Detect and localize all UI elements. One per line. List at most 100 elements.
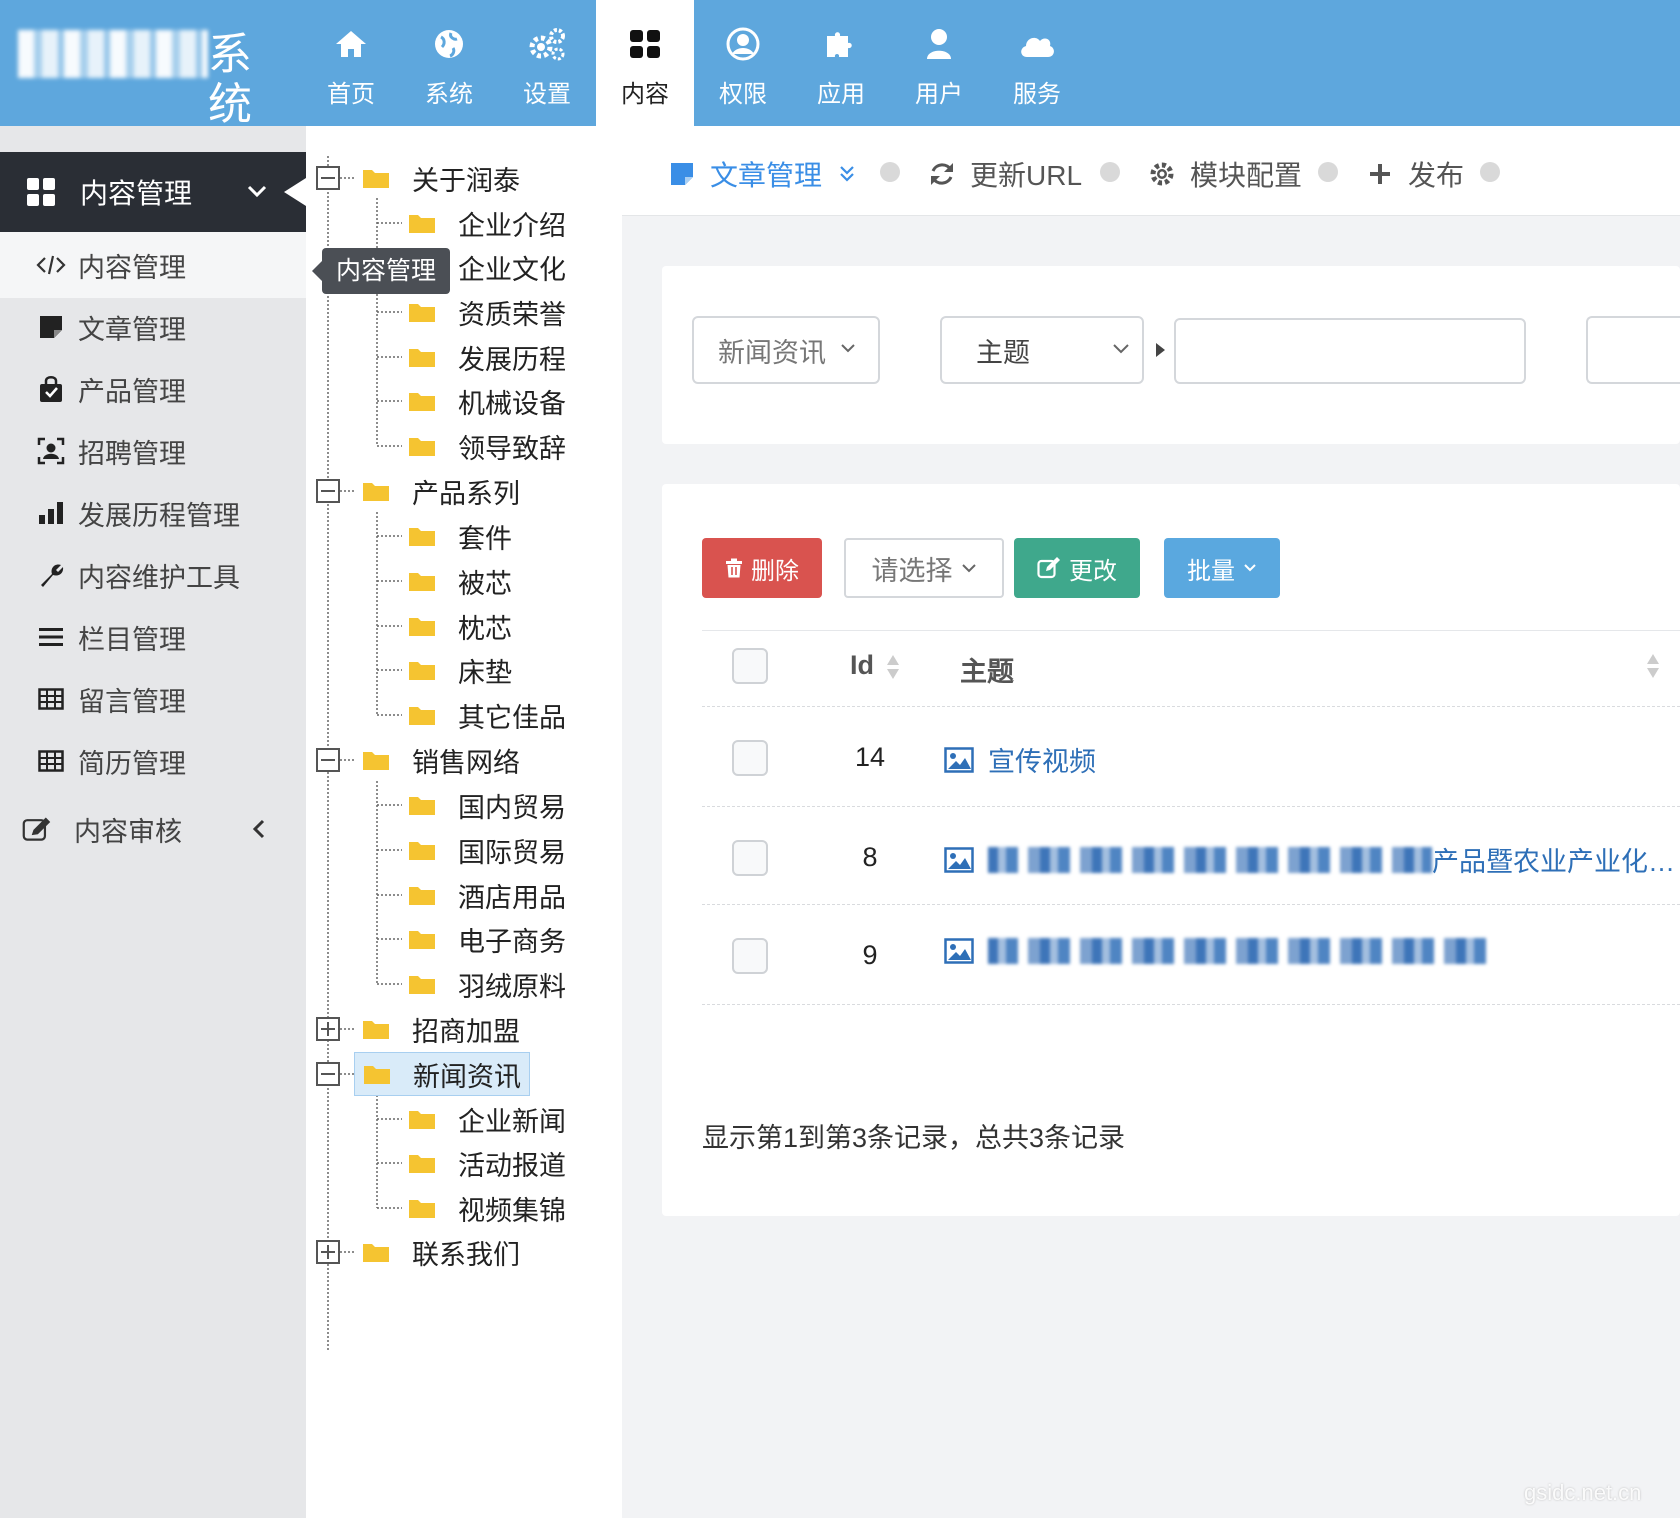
- gear-icon: [1148, 160, 1176, 188]
- edit-button[interactable]: 更改: [1014, 538, 1140, 598]
- tree-expand-toggle[interactable]: [316, 1240, 340, 1264]
- nav-content[interactable]: 内容: [596, 0, 694, 126]
- row-title-link[interactable]: 宣传视频: [944, 740, 1096, 779]
- nav-home[interactable]: 首页: [302, 0, 400, 126]
- tree-collapse-toggle[interactable]: [316, 1062, 340, 1086]
- sidebar-item-maintenance-tools[interactable]: 内容维护工具: [0, 542, 306, 608]
- tree-node-label: 资质荣誉: [458, 299, 566, 330]
- sidebar-item-articles[interactable]: 文章管理: [0, 294, 306, 360]
- field-select[interactable]: 主题: [940, 316, 1144, 384]
- tree-collapse-toggle[interactable]: [316, 479, 340, 503]
- row-checkbox[interactable]: [732, 740, 768, 776]
- tree-node[interactable]: 枕芯: [408, 606, 512, 646]
- action-select[interactable]: 请选择: [844, 538, 1004, 598]
- nav-apps[interactable]: 应用: [792, 0, 890, 126]
- column-header-id[interactable]: Id: [850, 650, 900, 681]
- sidebar-item-content-management[interactable]: 内容管理: [0, 232, 306, 298]
- plus-icon: [1366, 160, 1394, 188]
- tree-node[interactable]: 联系我们: [362, 1232, 520, 1272]
- nav-home-label: 首页: [327, 81, 375, 108]
- row-checkbox[interactable]: [732, 840, 768, 876]
- tree-node[interactable]: 床垫: [408, 650, 512, 690]
- sidebar-item-history[interactable]: 发展历程管理: [0, 480, 306, 546]
- tree-node[interactable]: 视频集锦: [408, 1188, 566, 1228]
- note-icon: [36, 312, 66, 342]
- folder-icon: [409, 618, 435, 636]
- nav-services[interactable]: 服务: [988, 0, 1086, 126]
- sidebar-item-products[interactable]: 产品管理: [0, 356, 306, 422]
- column-header-title[interactable]: 主题: [960, 650, 1014, 689]
- delete-button[interactable]: 删除: [702, 538, 822, 598]
- tree-node[interactable]: 活动报道: [408, 1143, 566, 1183]
- tree-node[interactable]: 发展历程: [408, 337, 566, 377]
- row-id: 14: [854, 742, 886, 772]
- tree-collapse-toggle[interactable]: [316, 748, 340, 772]
- tree-node[interactable]: 销售网络: [362, 740, 520, 780]
- sidebar-item-messages[interactable]: 留言管理: [0, 666, 306, 732]
- folder-icon: [409, 797, 435, 815]
- category-select[interactable]: 新闻资讯: [692, 316, 880, 384]
- tab-publish[interactable]: 发布: [1366, 154, 1464, 194]
- tree-node-label: 机械设备: [458, 388, 566, 419]
- sidebar-item-recruitment[interactable]: 招聘管理: [0, 418, 306, 484]
- tree-node[interactable]: 产品系列: [362, 471, 520, 511]
- top-nav: 首页 系统 设置 内容 权限 应用 用户 服务: [302, 0, 1086, 126]
- folder-icon: [409, 438, 435, 456]
- row-checkbox[interactable]: [732, 938, 768, 974]
- home-icon: [331, 24, 371, 64]
- nav-settings[interactable]: 设置: [498, 0, 596, 126]
- tab-update-url[interactable]: 更新URL: [928, 154, 1082, 194]
- sidebar-item-resumes[interactable]: 简历管理: [0, 728, 306, 794]
- tree-node[interactable]: 其它佳品: [408, 695, 566, 735]
- redacted-title-fragment: [988, 846, 1432, 873]
- tree-collapse-toggle[interactable]: [316, 166, 340, 190]
- keyword-input[interactable]: [1174, 318, 1526, 384]
- tree-node-selected[interactable]: 新闻资讯: [354, 1052, 530, 1096]
- tree-node[interactable]: 领导致辞: [408, 426, 566, 466]
- nav-permission[interactable]: 权限: [694, 0, 792, 126]
- tree-node[interactable]: 国际贸易: [408, 830, 566, 870]
- batch-button-label: 批量: [1187, 557, 1235, 585]
- tab-article-management[interactable]: 文章管理: [668, 154, 856, 194]
- row-title-link[interactable]: [944, 938, 1494, 964]
- sidebar-item-columns[interactable]: 栏目管理: [0, 604, 306, 670]
- tree-node[interactable]: 关于润泰: [362, 158, 520, 198]
- nav-system[interactable]: 系统: [400, 0, 498, 126]
- tab-label: 模块配置: [1190, 160, 1303, 191]
- pagination-summary: 显示第1到第3条记录，总共3条记录: [702, 1123, 1126, 1153]
- sort-icon[interactable]: [1646, 652, 1660, 680]
- batch-button[interactable]: 批量: [1164, 538, 1280, 598]
- app-logo[interactable]: 系统: [18, 30, 280, 129]
- select-all-checkbox[interactable]: [732, 648, 768, 684]
- tree-node[interactable]: 企业介绍: [408, 203, 566, 243]
- nav-users[interactable]: 用户: [890, 0, 988, 126]
- tree-node[interactable]: 国内贸易: [408, 785, 566, 825]
- tree-node[interactable]: 套件: [408, 516, 512, 556]
- tree-node[interactable]: 羽绒原料: [408, 964, 566, 1004]
- double-chevron-down-icon[interactable]: [838, 164, 856, 184]
- folder-icon: [409, 707, 435, 725]
- folder-icon: [363, 170, 389, 188]
- caret-right-icon: [1156, 343, 1165, 357]
- folder-icon: [363, 1244, 389, 1262]
- tab-separator-dot: [880, 162, 900, 182]
- tree-node[interactable]: 招商加盟: [362, 1009, 520, 1049]
- tree-node[interactable]: 被芯: [408, 561, 512, 601]
- sidebar-item-content-review[interactable]: 内容审核: [0, 796, 306, 862]
- row-title-link[interactable]: 产品暨农业产业化…: [944, 840, 1675, 879]
- tree-expand-toggle[interactable]: [316, 1017, 340, 1041]
- sidebar-section-content-management[interactable]: 内容管理: [0, 152, 306, 232]
- tree-node-label: 羽绒原料: [458, 971, 566, 1002]
- extra-filter-input[interactable]: [1586, 316, 1680, 384]
- chevron-down-icon: [247, 185, 267, 198]
- note-icon: [668, 160, 696, 188]
- tree-node[interactable]: 企业新闻: [408, 1099, 566, 1139]
- tree-node-label: 招商加盟: [412, 1016, 520, 1047]
- tree-node[interactable]: 电子商务: [408, 919, 566, 959]
- tab-module-config[interactable]: 模块配置: [1148, 154, 1302, 194]
- tree-node[interactable]: 机械设备: [408, 381, 566, 421]
- tree-node[interactable]: 资质荣誉: [408, 292, 566, 332]
- chevron-down-icon: [1113, 344, 1129, 354]
- edit-button-label: 更改: [1069, 557, 1117, 585]
- tree-node[interactable]: 酒店用品: [408, 875, 566, 915]
